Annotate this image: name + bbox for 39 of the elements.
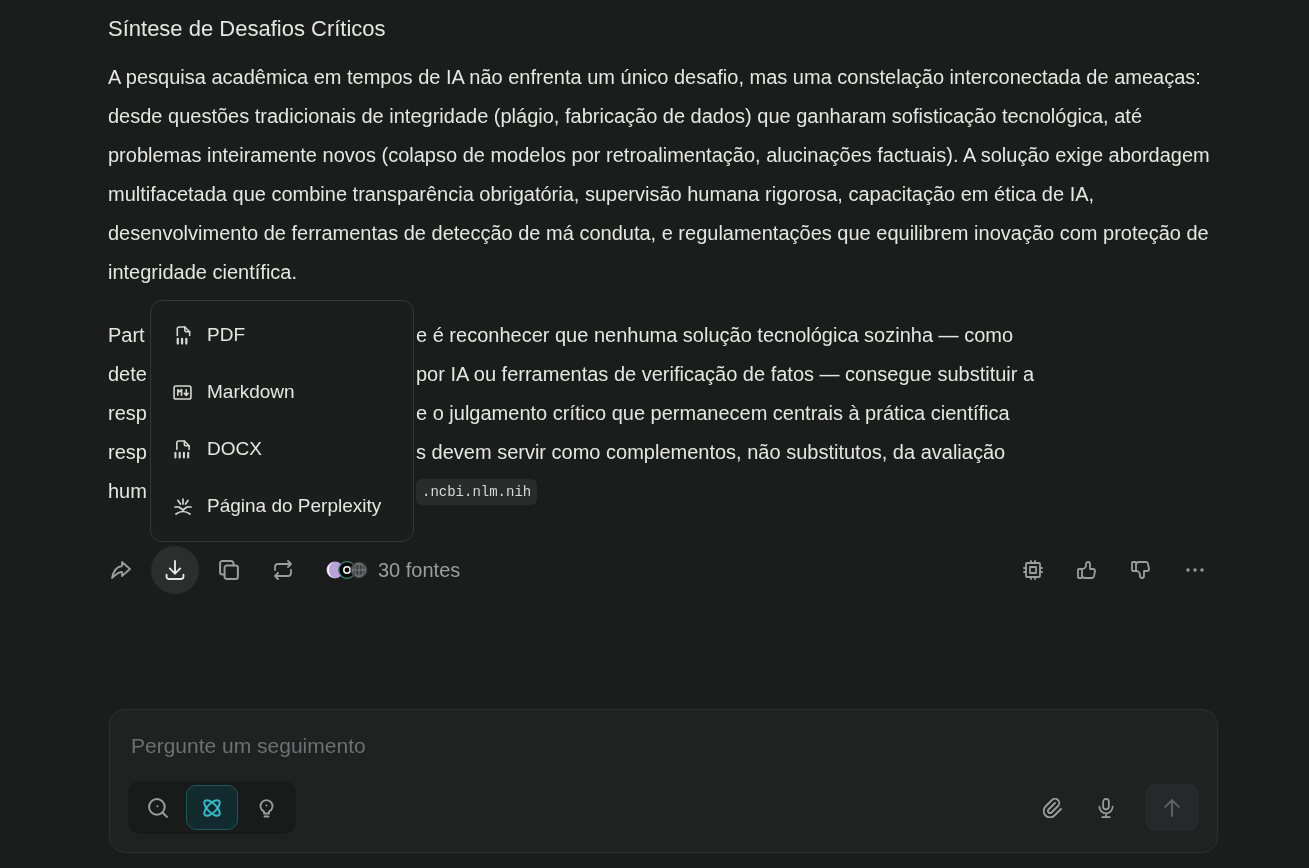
paragraph-fragment: hum [108, 480, 147, 502]
copy-icon [219, 560, 239, 580]
paragraph-fragment: resp [108, 402, 147, 424]
share-icon [111, 560, 131, 580]
thumbs-down-icon [1131, 560, 1151, 580]
search-icon [148, 797, 168, 818]
paperclip-icon [1042, 797, 1062, 818]
paragraph: A pesquisa acadêmica em tempos de IA não enfrenta um único desafio, mas uma constelação interconectada de ameaças: desde questões tradicionais de integridade (plágio, fabricação de dados) que ganharam sofisticação tecnológica, até problemas inteiramente novos (colapso de modelos por retroalimentação, alucinações factuais). A solução exige abordagem multifacetada que combine transparência obrigatória, supervisão humana rigorosa, capacitação em ética de IA, desenvolvimento de ferramentas de detecção de má conduta, e regulamentações que equilibrem inovação com proteção de integridade científica. [108, 65, 1211, 285]
download-icon [165, 560, 185, 580]
paragraph-fragment: dete [108, 363, 147, 385]
microphone-icon [1096, 797, 1116, 818]
paragraph-fragment: Part [108, 324, 145, 346]
orbit-icon [202, 797, 222, 818]
file-icon [174, 440, 191, 459]
menu-item[interactable]: DOCX [157, 421, 407, 478]
download-button[interactable] [151, 546, 199, 594]
lightbulb-icon [258, 797, 274, 818]
section-heading: Síntese de Desafios Críticos [108, 15, 387, 43]
paragraph-fragment: e é reconhecer que nenhuma solução tecnológica sozinha — como [416, 323, 1014, 348]
research-mode-button[interactable] [186, 785, 238, 830]
repeat-icon [273, 560, 293, 580]
markdown-icon [173, 385, 192, 400]
burst-icon [173, 498, 192, 515]
paragraph-fragment: e o julgamento crítico que permanecem centrais à prática científica [416, 401, 1010, 426]
thumbs-up-icon [1077, 560, 1097, 580]
follow-up-input[interactable]: Pergunte um seguimento [128, 730, 1199, 762]
cpu-icon [1023, 560, 1043, 580]
paragraph-fragment: resp [108, 441, 147, 463]
menu-item[interactable]: Página do Perplexity [157, 478, 407, 535]
globe-icon [350, 561, 368, 579]
paragraph-fragment: s devem servir como complementos, não substitutos, da avaliação [416, 440, 1006, 465]
menu-item[interactable]: PDF [157, 307, 407, 364]
paragraph-fragment: por IA ou ferramentas de verificação de fatos — consegue substituir a [416, 362, 1035, 387]
sources-button[interactable]: 30 fontes [326, 555, 461, 585]
citation-link[interactable]: .ncbi.nlm.nih [416, 478, 538, 505]
more-icon [1186, 568, 1204, 572]
menu-item[interactable]: Markdown [157, 364, 407, 421]
arrow-up-icon [1164, 798, 1180, 817]
file-icon [174, 326, 191, 345]
